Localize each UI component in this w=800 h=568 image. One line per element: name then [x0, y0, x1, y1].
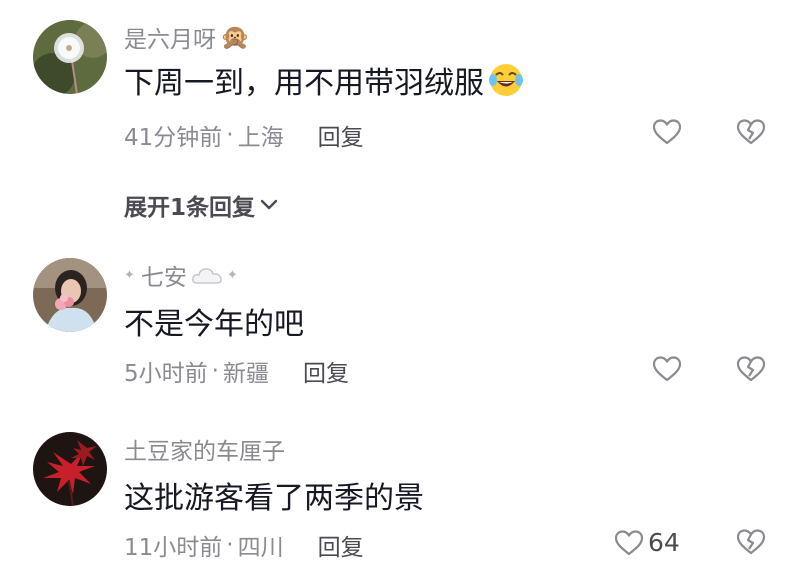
- comment-time: 41分钟前: [124, 125, 223, 151]
- comment-time: 11小时前: [124, 535, 223, 561]
- username-text: 土豆家的车厘子: [124, 439, 285, 465]
- comment-text: 这批游客看了两季的景: [124, 473, 424, 517]
- chevron-down-icon: [260, 199, 278, 210]
- comment-time: 5小时前: [124, 361, 208, 387]
- heart-outline-icon: [652, 119, 682, 145]
- heart-outline-icon: [652, 356, 682, 382]
- comment-meta: 5小时前 · 新疆 回复: [124, 354, 349, 388]
- comment-username[interactable]: 土豆家的车厘子: [124, 432, 285, 466]
- monkey-emoji-icon: 🙊: [220, 23, 250, 51]
- reply-button[interactable]: 回复: [318, 118, 364, 152]
- comment-location: 新疆: [222, 361, 269, 387]
- comment-username[interactable]: 是六月呀 🙊: [124, 20, 250, 54]
- comment-text: 下周一到，用不用带羽绒服: [124, 58, 524, 102]
- broken-heart-icon: [736, 119, 766, 145]
- laughing-tears-emoji-icon: [488, 62, 524, 98]
- cloud-icon: [191, 265, 225, 285]
- avatar[interactable]: [33, 20, 107, 94]
- comment-text-content: 这批游客看了两季的景: [124, 481, 424, 516]
- broken-heart-icon: [736, 356, 766, 382]
- comment-text-content: 下周一到，用不用带羽绒服: [124, 66, 484, 101]
- meta-separator: ·: [226, 532, 234, 558]
- username-text: 是六月呀: [124, 27, 216, 53]
- sparkle-icon: ✦: [226, 267, 238, 283]
- heart-outline-icon: [614, 529, 644, 555]
- expand-replies-button[interactable]: 展开1条回复: [124, 188, 279, 222]
- dislike-button[interactable]: [736, 528, 766, 556]
- dislike-button[interactable]: [736, 118, 766, 146]
- comment-text: 不是今年的吧: [124, 299, 304, 343]
- meta-separator: ·: [226, 122, 234, 148]
- comment-location: 四川: [237, 535, 284, 561]
- dislike-button[interactable]: [736, 355, 766, 383]
- like-button[interactable]: 64: [614, 528, 680, 557]
- like-button[interactable]: [652, 118, 682, 146]
- meta-separator: ·: [211, 358, 219, 384]
- comment-meta: 41分钟前 · 上海 回复: [124, 118, 364, 152]
- reply-button[interactable]: 回复: [318, 528, 364, 562]
- like-button[interactable]: [652, 355, 682, 383]
- sparkle-icon: ✦: [124, 267, 135, 283]
- comment-username[interactable]: ✦ 七安 ✦: [124, 258, 238, 292]
- avatar[interactable]: [33, 432, 107, 506]
- username-text: 七安: [140, 265, 187, 291]
- expand-replies-label: 展开1条回复: [124, 195, 256, 221]
- comment-text-content: 不是今年的吧: [124, 307, 304, 342]
- like-count: 64: [648, 528, 680, 557]
- avatar[interactable]: [33, 258, 107, 332]
- reply-button[interactable]: 回复: [303, 354, 349, 388]
- comment-location: 上海: [237, 125, 284, 151]
- comment-meta: 11小时前 · 四川 回复: [124, 528, 364, 562]
- broken-heart-icon: [736, 529, 766, 555]
